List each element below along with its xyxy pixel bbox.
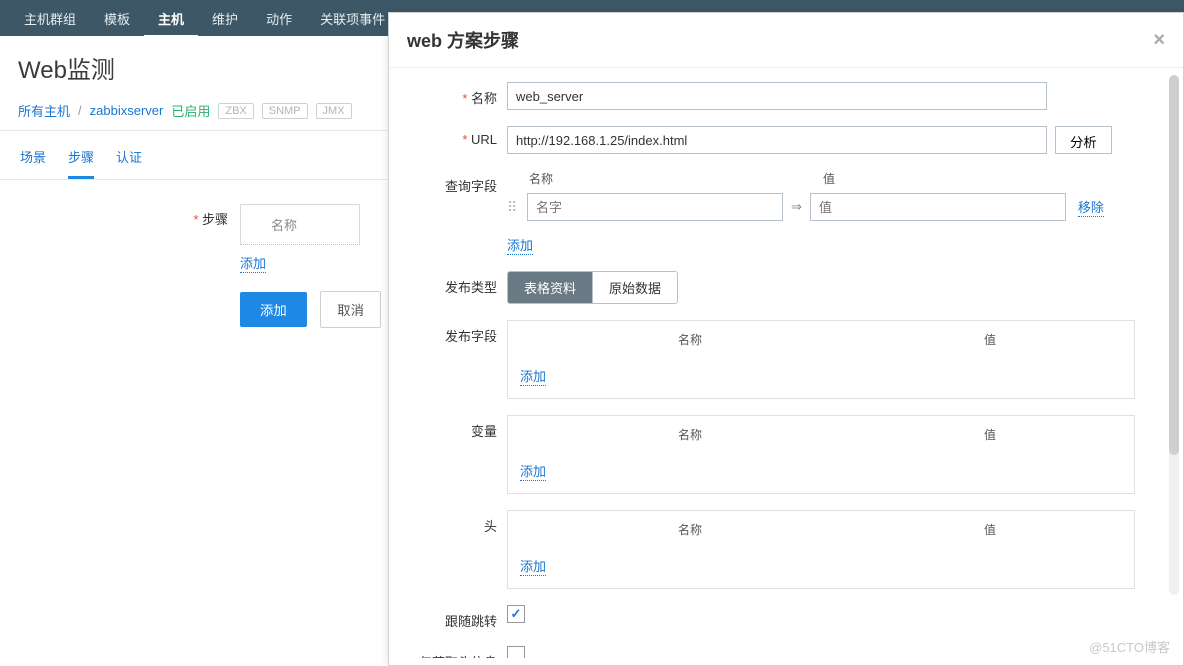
query-col-name: 名称 xyxy=(507,170,801,187)
crumb-all-hosts[interactable]: 所有主机 xyxy=(18,101,70,120)
nav-maintenance[interactable]: 维护 xyxy=(198,2,252,38)
name-label: 名称 xyxy=(389,82,507,107)
post-type-form[interactable]: 表格资料 xyxy=(508,272,592,303)
name-input[interactable] xyxy=(507,82,1047,110)
post-col-name: 名称 xyxy=(520,331,860,348)
query-name-input[interactable] xyxy=(527,193,783,221)
crumb-sep: / xyxy=(78,103,82,118)
badge-jmx: JMX xyxy=(316,103,352,119)
tab-steps[interactable]: 步骤 xyxy=(68,141,94,179)
steps-table-header: 名称 xyxy=(240,204,360,245)
post-type-toggle[interactable]: 表格资料 原始数据 xyxy=(507,271,678,304)
badge-zbx: ZBX xyxy=(218,103,253,119)
query-label: 查询字段 xyxy=(389,170,507,195)
follow-checkbox[interactable]: ✓ xyxy=(507,605,525,623)
nav-actions[interactable]: 动作 xyxy=(252,2,306,38)
nav-hostgroups[interactable]: 主机群组 xyxy=(10,2,90,38)
nav-templates[interactable]: 模板 xyxy=(90,2,144,38)
follow-label: 跟随跳转 xyxy=(389,605,507,630)
scroll-thumb[interactable] xyxy=(1169,75,1179,455)
head-only-label: 仅获取头信息 xyxy=(389,646,507,658)
scrollbar[interactable] xyxy=(1169,75,1179,595)
headers-col-name: 名称 xyxy=(520,521,860,538)
cancel-button[interactable]: 取消 xyxy=(320,291,381,328)
url-input[interactable] xyxy=(507,126,1047,154)
tab-scene[interactable]: 场景 xyxy=(20,141,46,179)
badge-snmp: SNMP xyxy=(262,103,308,119)
url-label: URL xyxy=(389,126,507,147)
post-add-link[interactable]: 添加 xyxy=(520,366,546,386)
drag-handle-icon[interactable]: ⠿ xyxy=(507,202,521,212)
watermark: @51CTO博客 xyxy=(1089,637,1170,656)
head-only-checkbox[interactable] xyxy=(507,646,525,658)
post-type-raw[interactable]: 原始数据 xyxy=(592,272,677,303)
nav-correlation[interactable]: 关联项事件 xyxy=(306,2,399,38)
query-add-link[interactable]: 添加 xyxy=(507,235,533,255)
analyze-button[interactable]: 分析 xyxy=(1055,126,1112,154)
modal-title: web 方案步骤 xyxy=(407,27,519,53)
post-fields-label: 发布字段 xyxy=(389,320,507,345)
query-col-value: 值 xyxy=(801,170,1051,187)
vars-col-name: 名称 xyxy=(520,426,860,443)
query-value-input[interactable] xyxy=(810,193,1066,221)
vars-col-value: 值 xyxy=(860,426,1120,443)
status-enabled: 已启用 xyxy=(171,101,210,120)
headers-add-link[interactable]: 添加 xyxy=(520,556,546,576)
headers-col-value: 值 xyxy=(860,521,1120,538)
vars-label: 变量 xyxy=(389,415,507,440)
close-icon[interactable]: × xyxy=(1153,29,1165,52)
add-button[interactable]: 添加 xyxy=(240,292,307,327)
remove-link[interactable]: 移除 xyxy=(1078,197,1104,217)
crumb-server[interactable]: zabbixserver xyxy=(90,103,164,118)
steps-label: 步骤 xyxy=(20,204,240,228)
headers-label: 头 xyxy=(389,510,507,535)
vars-add-link[interactable]: 添加 xyxy=(520,461,546,481)
step-modal: web 方案步骤 × 名称 URL 分析 查询字段 名称 值 ⠿ ⇒ xyxy=(388,12,1184,666)
arrow-icon: ⇒ xyxy=(789,199,804,215)
add-step-link[interactable]: 添加 xyxy=(240,253,266,273)
post-type-label: 发布类型 xyxy=(389,271,507,296)
post-col-value: 值 xyxy=(860,331,1120,348)
nav-hosts[interactable]: 主机 xyxy=(144,2,198,38)
tab-auth[interactable]: 认证 xyxy=(116,141,142,179)
